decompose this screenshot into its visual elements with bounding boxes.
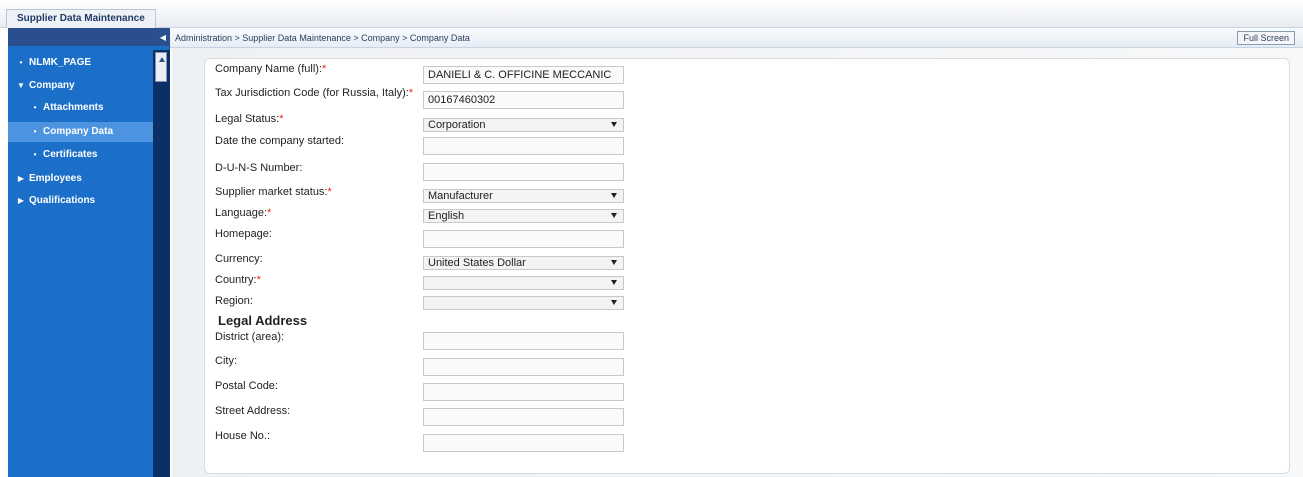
sidebar-item-label: Attachments — [43, 102, 104, 113]
city-field[interactable] — [423, 358, 624, 376]
postal-code-label: Postal Code: — [215, 380, 278, 392]
full-screen-button[interactable]: Full Screen — [1237, 31, 1295, 45]
legal-status-select[interactable]: Corporation — [423, 118, 624, 132]
sidebar-header: ◀ — [8, 28, 170, 46]
sidebar-scrollbar[interactable] — [153, 50, 170, 477]
bullet-icon: • — [33, 103, 37, 112]
required-marker: * — [408, 87, 414, 99]
required-marker: * — [327, 186, 332, 198]
city-label: City: — [215, 355, 237, 367]
dropdown-arrow-icon — [611, 300, 617, 305]
house-no-label: House No.: — [215, 430, 271, 442]
required-marker: * — [279, 113, 284, 125]
homepage-label: Homepage: — [215, 228, 272, 240]
chevron-down-icon: ▼ — [17, 81, 25, 90]
sidebar-item-attachments[interactable]: • Attachments — [8, 98, 153, 118]
breadcrumb[interactable]: Administration > Supplier Data Maintenan… — [175, 33, 470, 43]
sidebar-item-label: Certificates — [43, 149, 98, 160]
chevron-right-icon: ▶ — [17, 196, 25, 205]
postal-code-field[interactable] — [423, 383, 624, 401]
sidebar-item-company-data[interactable]: • Company Data — [8, 122, 153, 142]
dropdown-arrow-icon — [611, 213, 617, 218]
sidebar: ◀ • NLMK_PAGE ▼ Company • Attachments • Comp… — [8, 28, 170, 477]
sidebar-item-label: NLMK_PAGE — [29, 57, 92, 68]
duns-label: D-U-N-S Number: — [215, 162, 303, 174]
legal-address-heading: Legal Address — [218, 313, 308, 328]
country-label: Country:* — [215, 274, 261, 286]
currency-select[interactable]: United States Dollar — [423, 256, 624, 270]
sidebar-item-qualifications[interactable]: ▶ Qualifications — [8, 191, 153, 211]
language-select[interactable]: English — [423, 209, 624, 223]
top-tab-strip: Supplier Data Maintenance — [0, 0, 1303, 28]
house-no-field[interactable] — [423, 434, 624, 452]
sidebar-item-label: Employees — [29, 173, 82, 184]
company-name-label: Company Name (full):* — [215, 63, 327, 75]
scroll-up-icon — [159, 57, 165, 62]
scrollbar-thumb[interactable] — [155, 52, 167, 82]
dropdown-arrow-icon — [611, 122, 617, 127]
country-select[interactable] — [423, 276, 624, 290]
date-started-field[interactable] — [423, 137, 624, 155]
market-status-label: Supplier market status:* — [215, 186, 332, 198]
currency-label: Currency: — [215, 253, 263, 265]
region-label: Region: — [215, 295, 253, 307]
street-address-label: Street Address: — [215, 405, 291, 417]
dropdown-arrow-icon — [611, 280, 617, 285]
market-status-select[interactable]: Manufacturer — [423, 189, 624, 203]
sidebar-item-label: Qualifications — [29, 195, 96, 206]
street-address-field[interactable] — [423, 408, 624, 426]
dropdown-arrow-icon — [611, 260, 617, 265]
duns-field[interactable] — [423, 163, 624, 181]
legal-status-label: Legal Status:* — [215, 113, 284, 125]
bullet-icon: • — [19, 58, 23, 67]
bullet-icon: • — [33, 127, 37, 136]
sidebar-item-nlmk-page[interactable]: • NLMK_PAGE — [8, 53, 153, 73]
sidebar-item-certificates[interactable]: • Certificates — [8, 145, 153, 165]
bullet-icon: • — [33, 150, 37, 159]
sidebar-item-label: Company — [29, 80, 75, 91]
dropdown-arrow-icon — [611, 193, 617, 198]
sidebar-item-company[interactable]: ▼ Company — [8, 76, 153, 96]
sidebar-item-employees[interactable]: ▶ Employees — [8, 169, 153, 189]
sidebar-item-label: Company Data — [43, 126, 114, 137]
district-field[interactable] — [423, 332, 624, 350]
required-marker: * — [267, 207, 272, 219]
form-panel — [204, 58, 1290, 474]
required-marker: * — [256, 274, 261, 286]
region-select[interactable] — [423, 296, 624, 310]
breadcrumb-bar: Administration > Supplier Data Maintenan… — [170, 28, 1303, 48]
homepage-field[interactable] — [423, 230, 624, 248]
district-label: District (area): — [215, 331, 285, 343]
language-label: Language:* — [215, 207, 272, 219]
required-marker: * — [321, 63, 327, 75]
collapse-sidebar-icon[interactable]: ◀ — [158, 32, 168, 44]
chevron-right-icon: ▶ — [17, 174, 25, 183]
tax-code-label: Tax Jurisdiction Code (for Russia, Italy… — [215, 87, 414, 99]
company-name-field[interactable]: DANIELI & C. OFFICINE MECCANIC — [423, 66, 624, 84]
date-started-label: Date the company started: — [215, 135, 345, 147]
tab-supplier-data-maintenance[interactable]: Supplier Data Maintenance — [6, 9, 156, 28]
tax-code-field[interactable]: 00167460302 — [423, 91, 624, 109]
